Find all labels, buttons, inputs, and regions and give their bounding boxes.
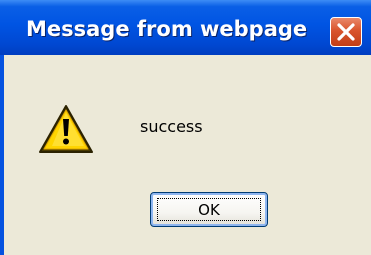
ok-button-label: OK — [198, 201, 220, 219]
dialog-title: Message from webpage — [26, 17, 308, 41]
message-dialog: Message from webpage success OK — [0, 0, 371, 255]
ok-button[interactable]: OK — [150, 192, 268, 227]
dialog-message: success — [140, 117, 203, 136]
close-icon — [337, 23, 355, 41]
warning-icon — [39, 105, 93, 153]
dialog-frame-edge — [0, 55, 4, 255]
close-button[interactable] — [330, 17, 362, 47]
dialog-titlebar[interactable]: Message from webpage — [0, 0, 371, 55]
